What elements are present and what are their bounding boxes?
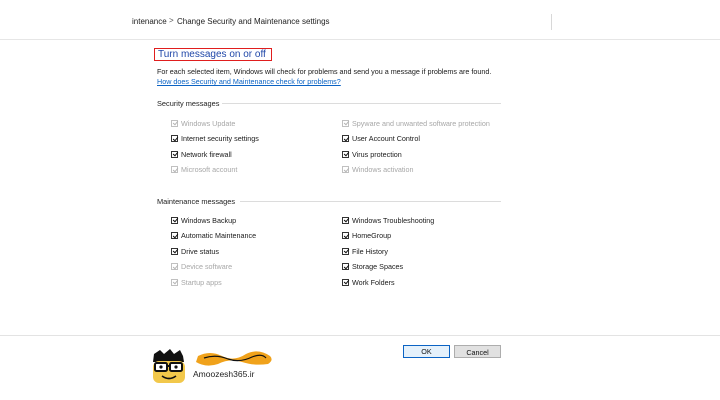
checkbox-icon (171, 119, 178, 127)
maintenance-checkbox-item[interactable]: Automatic Maintenance (171, 231, 256, 241)
checkbox-icon[interactable] (171, 247, 178, 255)
checkbox-label: Spyware and unwanted software protection (352, 118, 490, 128)
maintenance-section-title: Maintenance messages (157, 197, 236, 206)
checkbox-icon (171, 166, 178, 173)
security-checkbox-item: Microsoft account (171, 165, 237, 175)
address-bar-divider (551, 14, 552, 30)
maintenance-checkbox-item[interactable]: Storage Spaces (342, 262, 403, 272)
checkbox-label: Windows Backup (181, 215, 237, 225)
checkbox-icon[interactable] (342, 150, 349, 158)
checkbox-icon[interactable] (342, 278, 349, 286)
checkbox-label: Windows activation (352, 165, 414, 174)
checkbox-label: File History (352, 246, 388, 256)
security-checkbox-item[interactable]: Network firewall (171, 149, 232, 159)
amoozesh-logo-icon (153, 349, 272, 383)
checkbox-icon[interactable] (342, 135, 349, 142)
checkbox-label: Windows Troubleshooting (352, 215, 435, 225)
checkbox-icon (342, 119, 349, 127)
checkbox-icon (171, 263, 178, 270)
breadcrumb-separator-icon[interactable]: > (169, 16, 174, 25)
checkbox-label: HomeGroup (352, 231, 392, 240)
security-checkbox-item: Windows Update (171, 118, 235, 128)
maintenance-section-divider (240, 201, 501, 202)
watermark-text: Amoozesh365.ir (193, 369, 255, 379)
footer-divider (0, 335, 720, 336)
page-description: For each selected item, Windows will che… (157, 67, 492, 76)
checkbox-icon[interactable] (171, 216, 178, 224)
security-checkbox-item[interactable]: User Account Control (342, 134, 420, 144)
checkbox-label: Network firewall (181, 149, 232, 159)
page-title: Turn messages on or off (154, 48, 272, 61)
security-checkbox-item: Spyware and unwanted software protection (342, 118, 490, 128)
checkbox-label: Automatic Maintenance (181, 231, 257, 240)
checkbox-label: Startup apps (181, 277, 222, 287)
address-bar: intenance > Change Security and Maintena… (0, 0, 720, 40)
checkbox-label: Drive status (181, 246, 219, 256)
checkbox-icon[interactable] (171, 135, 178, 142)
checkbox-icon[interactable] (171, 150, 178, 158)
maintenance-checkbox-item[interactable]: Drive status (171, 246, 219, 256)
checkbox-label: Internet security settings (181, 134, 259, 143)
checkbox-label: Virus protection (352, 149, 402, 159)
breadcrumb-current[interactable]: Change Security and Maintenance settings (177, 17, 330, 26)
checkbox-icon[interactable] (342, 247, 349, 255)
cancel-button[interactable]: Cancel (454, 345, 501, 358)
checkbox-icon (342, 166, 349, 173)
checkbox-label: User Account Control (352, 134, 420, 143)
maintenance-checkbox-item: Startup apps (171, 277, 222, 287)
security-section-title: Security messages (157, 99, 220, 108)
checkbox-label: Work Folders (352, 277, 395, 287)
breadcrumb-parent[interactable]: intenance (132, 17, 167, 26)
checkbox-icon[interactable] (342, 263, 349, 270)
maintenance-checkbox-item[interactable]: Windows Backup (171, 215, 236, 225)
checkbox-label: Microsoft account (181, 165, 238, 174)
checkbox-icon[interactable] (342, 216, 349, 224)
maintenance-checkbox-item[interactable]: Work Folders (342, 277, 395, 287)
ok-button[interactable]: OK (403, 345, 450, 358)
security-section-divider (222, 103, 501, 104)
maintenance-checkbox-item[interactable]: HomeGroup (342, 231, 391, 241)
checkbox-icon[interactable] (342, 232, 349, 239)
security-checkbox-item[interactable]: Internet security settings (171, 134, 259, 144)
checkbox-icon[interactable] (171, 232, 178, 239)
checkbox-label: Storage Spaces (352, 262, 404, 271)
maintenance-checkbox-item[interactable]: File History (342, 246, 388, 256)
checkbox-label: Device software (181, 262, 233, 271)
maintenance-checkbox-item[interactable]: Windows Troubleshooting (342, 215, 434, 225)
security-checkbox-item: Windows activation (342, 165, 414, 175)
checkbox-icon (171, 278, 178, 286)
help-link[interactable]: How does Security and Maintenance check … (157, 77, 341, 86)
security-checkbox-item[interactable]: Virus protection (342, 149, 402, 159)
checkbox-label: Windows Update (181, 118, 236, 128)
maintenance-checkbox-item: Device software (171, 262, 232, 272)
